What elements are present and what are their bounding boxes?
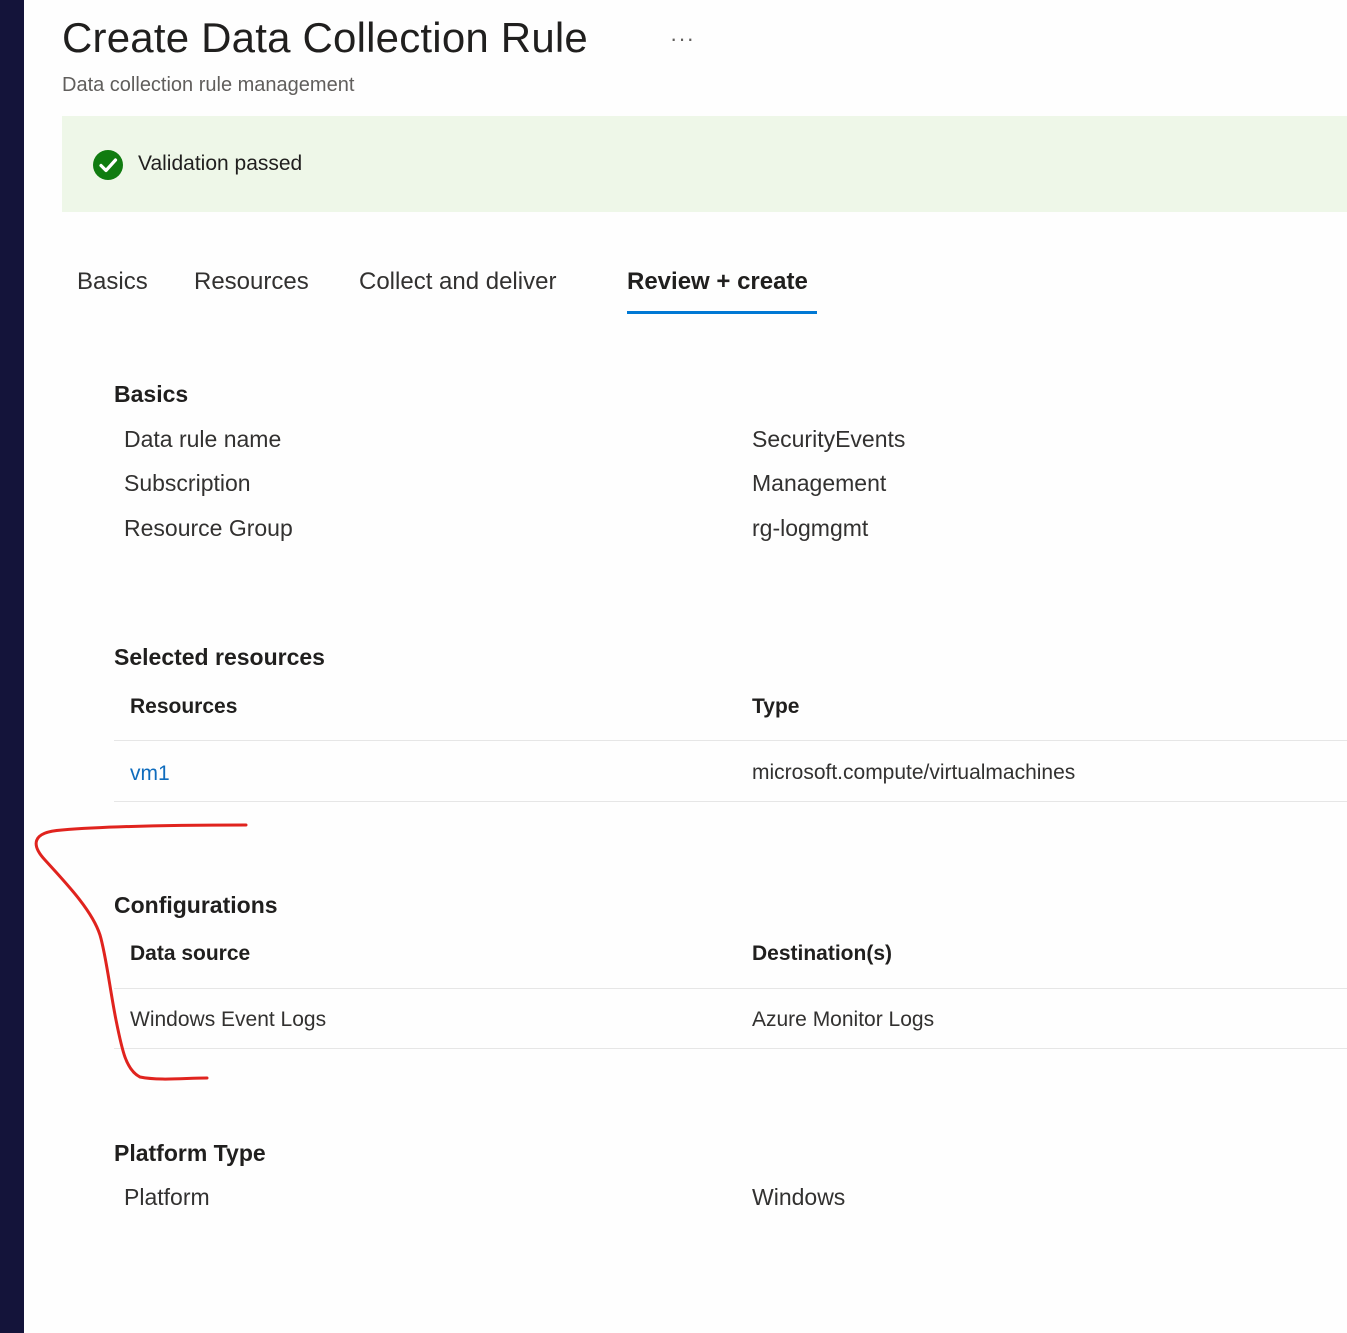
tab-collect-and-deliver[interactable]: Collect and deliver: [359, 268, 556, 296]
validation-banner: Validation passed: [62, 116, 1347, 212]
check-circle-icon: [93, 150, 123, 180]
basics-section-title: Basics: [114, 381, 189, 407]
validation-status-text: Validation passed: [138, 152, 303, 175]
selected-resources-section-title: Selected resources: [114, 644, 325, 670]
configurations-section-title: Configurations: [114, 892, 278, 918]
left-window-edge: [0, 0, 24, 1333]
table-row-divider: [114, 1048, 1347, 1049]
type-column-header: Type: [752, 695, 800, 718]
table-row-divider: [114, 801, 1347, 802]
platform-label: Platform: [124, 1184, 210, 1210]
resource-type-cell: microsoft.compute/virtualmachines: [752, 761, 1076, 784]
data-source-column-header: Data source: [130, 942, 251, 965]
resource-group-value: rg-logmgmt: [752, 515, 869, 541]
resources-column-header: Resources: [130, 695, 238, 718]
resource-group-label: Resource Group: [124, 515, 293, 541]
table-divider: [114, 988, 1347, 989]
subscription-value: Management: [752, 470, 887, 496]
destinations-column-header: Destination(s): [752, 942, 893, 965]
page-subtitle: Data collection rule management: [62, 74, 355, 96]
active-tab-indicator: [627, 311, 817, 314]
tab-resources[interactable]: Resources: [194, 268, 309, 296]
data-source-cell: Windows Event Logs: [130, 1008, 327, 1031]
tab-review-create[interactable]: Review + create: [627, 268, 808, 296]
data-rule-name-value: SecurityEvents: [752, 426, 906, 452]
more-options-button[interactable]: ···: [670, 26, 695, 52]
platform-type-section-title: Platform Type: [114, 1140, 266, 1166]
resource-link-vm1[interactable]: vm1: [130, 762, 170, 786]
page-title: Create Data Collection Rule: [62, 14, 588, 61]
subscription-label: Subscription: [124, 470, 251, 496]
platform-value: Windows: [752, 1184, 846, 1210]
tab-basics[interactable]: Basics: [77, 268, 148, 296]
destination-cell: Azure Monitor Logs: [752, 1008, 935, 1031]
data-rule-name-label: Data rule name: [124, 426, 282, 452]
table-divider: [114, 740, 1347, 741]
